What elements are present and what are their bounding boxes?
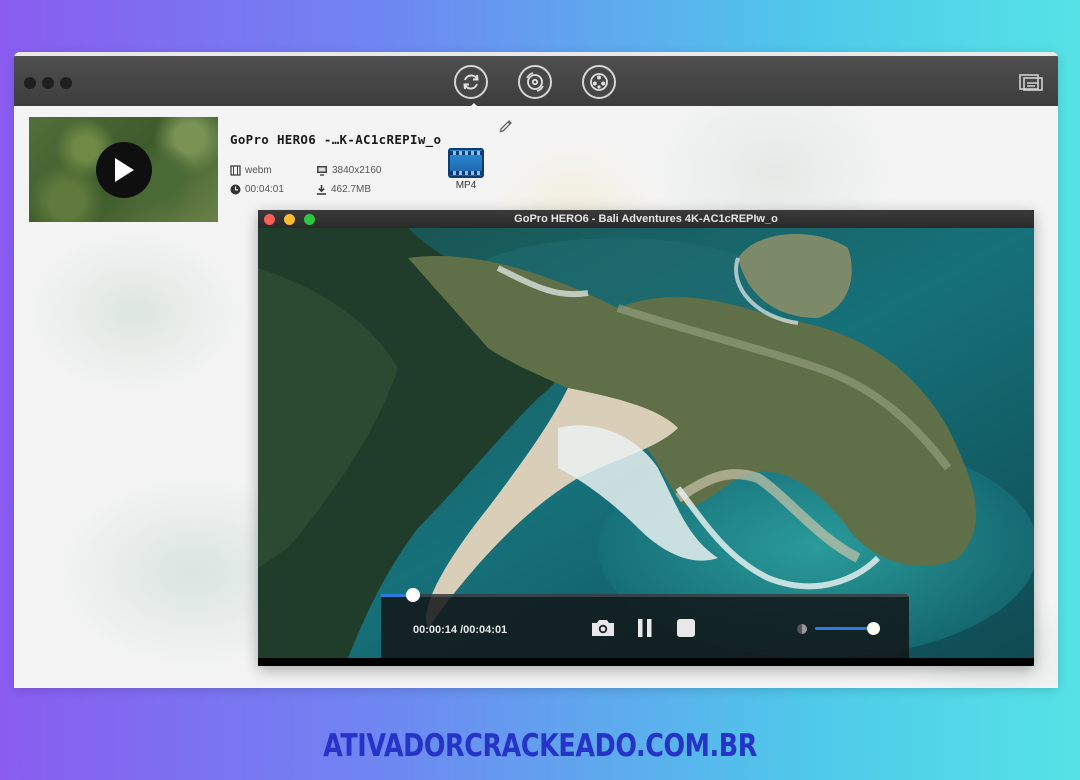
timecode: 00:00:14 /00:04:01: [413, 624, 508, 636]
convert-tool-button[interactable]: [454, 65, 488, 109]
preview-player-window: GoPro HERO6 - Bali Adventures 4K-AC1cREP…: [258, 210, 1034, 666]
output-format-selector[interactable]: MP4: [446, 148, 486, 191]
source-format: webm: [245, 165, 272, 176]
stop-button[interactable]: [676, 618, 696, 643]
mute-button[interactable]: [796, 622, 808, 640]
pencil-icon: [499, 120, 512, 133]
camera-icon: [592, 620, 614, 636]
titlebar: [14, 52, 1058, 109]
volume-slider[interactable]: [815, 622, 880, 635]
volume-icon: [797, 624, 807, 634]
monitor-icon: [317, 166, 327, 176]
duration: 00:04:01: [245, 184, 284, 195]
volume-handle[interactable]: [867, 622, 880, 635]
minimize-button[interactable]: [42, 77, 54, 89]
resolution-meta: 3840x2160: [316, 165, 382, 176]
size-meta: 462.7MB: [316, 184, 371, 195]
video-frame[interactable]: 00:00:14 /00:04:01: [258, 228, 1034, 658]
subtitle-button[interactable]: [1018, 72, 1046, 97]
file-name: GoPro HERO6 -…K-AC1cREPIw_o: [230, 132, 442, 147]
clock-icon: [230, 184, 241, 195]
burn-tool-button[interactable]: [518, 65, 552, 99]
convert-icon: [463, 74, 479, 90]
play-icon: [115, 158, 134, 182]
window-controls: [24, 77, 72, 89]
mp4-format-icon: [448, 148, 484, 178]
thumbnail-play-button[interactable]: [96, 142, 152, 198]
zoom-button[interactable]: [60, 77, 72, 89]
playback-controls: 00:00:14 /00:04:01: [381, 588, 909, 658]
subtitle-icon: [1019, 74, 1043, 91]
player-titlebar: GoPro HERO6 - Bali Adventures 4K-AC1cREP…: [258, 210, 1034, 228]
player-title: GoPro HERO6 - Bali Adventures 4K-AC1cREP…: [514, 213, 778, 225]
app-window: GoPro HERO6 -…K-AC1cREPIw_o webm 00:04:0…: [14, 52, 1058, 688]
format-meta: webm: [230, 165, 272, 176]
media-icon: [590, 73, 608, 91]
snapshot-button[interactable]: [590, 618, 616, 643]
mode-toolbar: [454, 65, 616, 109]
watermark-text: ATIVADORCRACKEADO.COM.BR: [323, 728, 757, 764]
resolution: 3840x2160: [332, 165, 382, 176]
media-tool-button[interactable]: [582, 65, 616, 99]
close-button[interactable]: [24, 77, 36, 89]
stop-icon: [677, 619, 695, 637]
seek-handle[interactable]: [405, 588, 420, 602]
file-size: 462.7MB: [331, 184, 372, 195]
edit-name-button[interactable]: [498, 117, 514, 138]
burn-icon: [526, 72, 544, 92]
video-thumbnail[interactable]: [29, 117, 218, 222]
download-icon: [317, 185, 326, 195]
seek-bar[interactable]: [381, 588, 909, 602]
film-icon: [230, 165, 241, 176]
output-format-label: MP4: [455, 180, 477, 191]
pause-button[interactable]: [636, 618, 654, 643]
duration-meta: 00:04:01: [230, 184, 284, 195]
pause-icon: [638, 619, 652, 637]
